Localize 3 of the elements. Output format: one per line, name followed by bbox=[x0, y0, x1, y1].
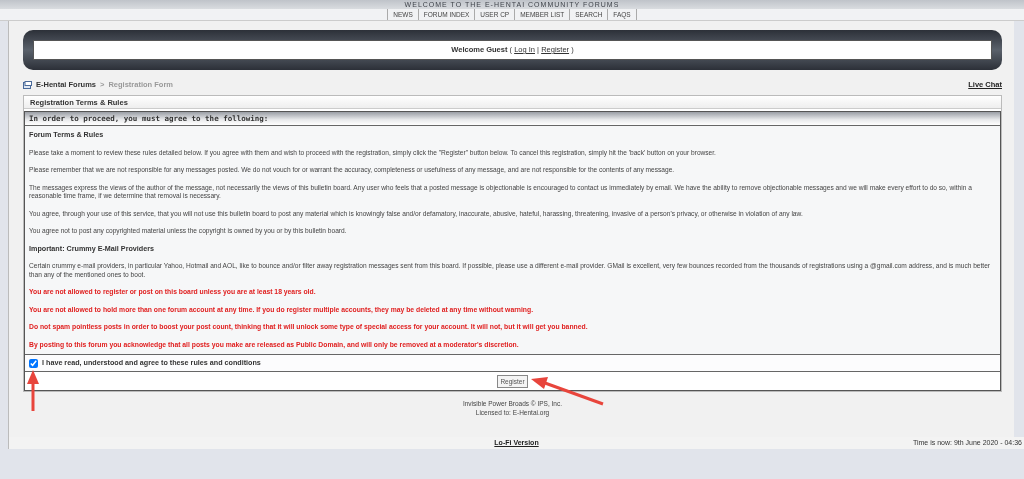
annotation-arrow bbox=[27, 370, 39, 411]
folder-icon bbox=[23, 81, 32, 89]
agree-checkbox[interactable] bbox=[29, 358, 38, 368]
